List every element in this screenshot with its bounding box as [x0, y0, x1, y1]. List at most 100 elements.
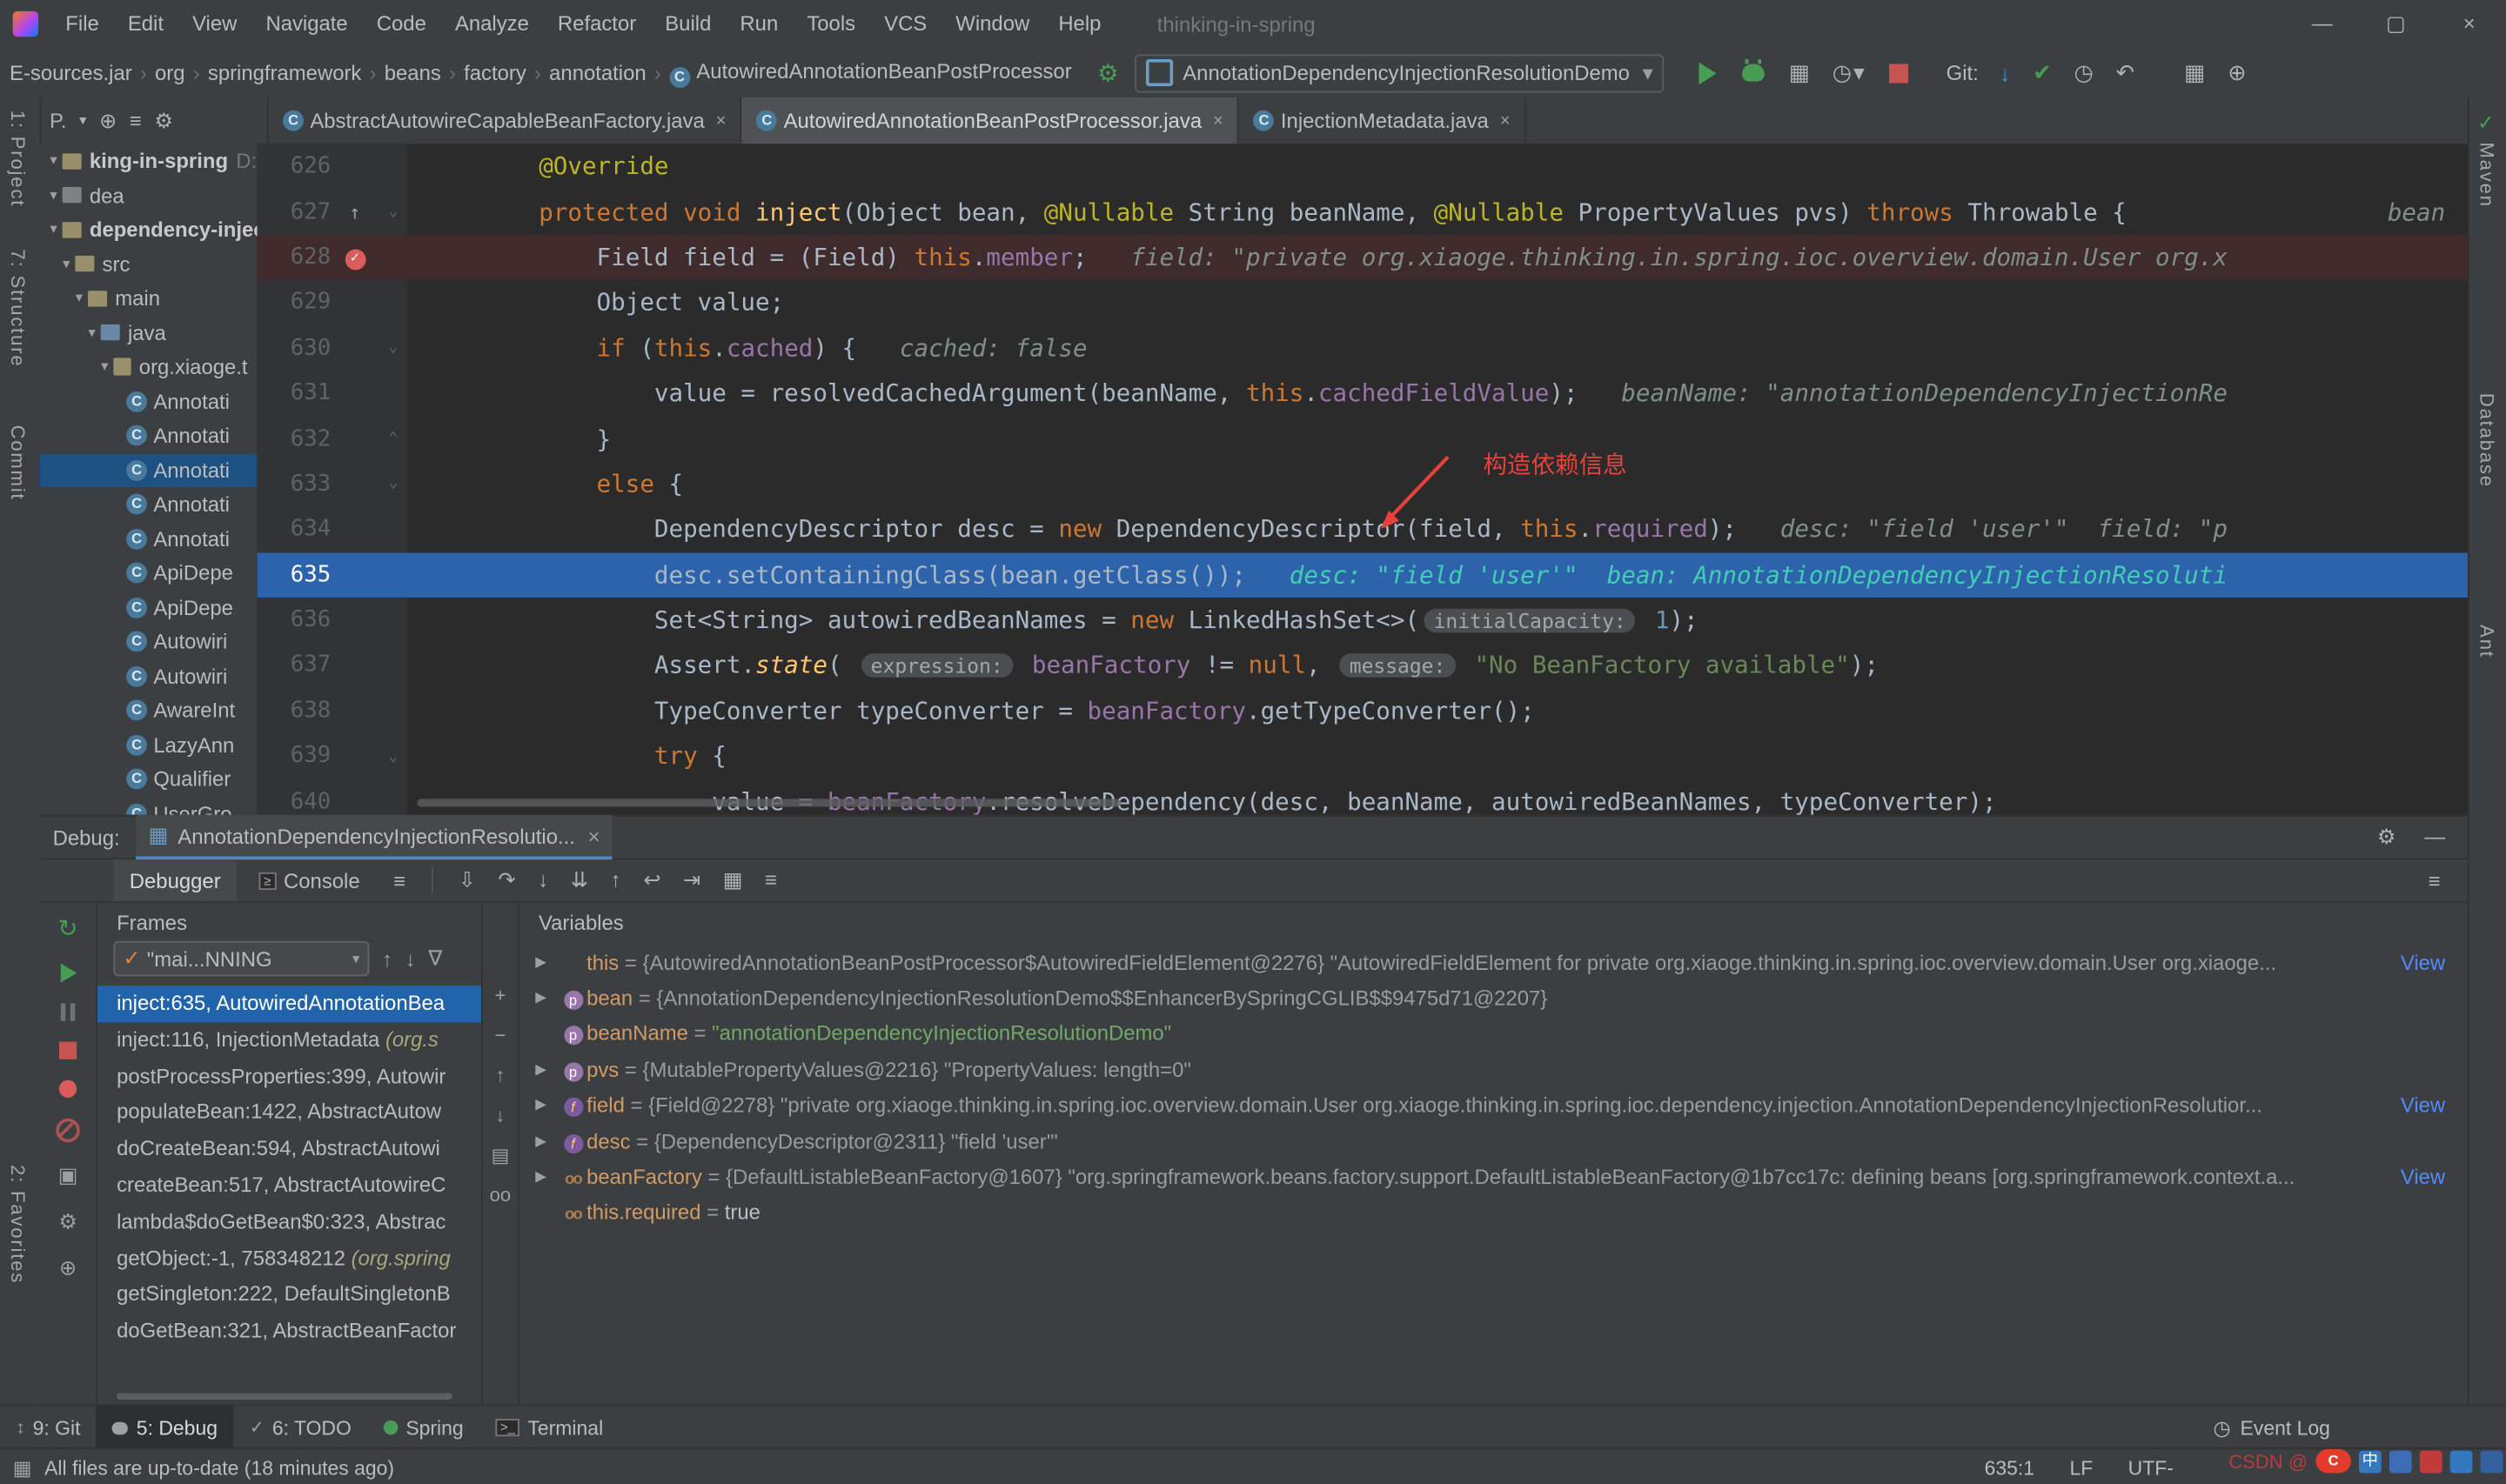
editor-gutter[interactable]: 634: [258, 506, 408, 551]
editor-gutter[interactable]: 639⌄: [258, 733, 408, 779]
variable-expand-icon[interactable]: ▶: [535, 989, 559, 1006]
drop-frame-icon[interactable]: ↩: [632, 867, 672, 892]
tree-expand-icon[interactable]: ▾: [44, 152, 62, 170]
variable-expand-icon[interactable]: ▶: [535, 1096, 559, 1113]
code-line[interactable]: 629 Object value;: [258, 280, 2468, 325]
editor-gutter[interactable]: 640: [258, 779, 408, 814]
git-commit-icon[interactable]: ✔: [2033, 59, 2052, 86]
menu-item-navigate[interactable]: Navigate: [251, 0, 362, 48]
view-link[interactable]: View: [2391, 1165, 2468, 1189]
gear-icon[interactable]: ⚙: [155, 108, 173, 133]
maximize-button[interactable]: ▢: [2359, 0, 2432, 48]
trace-settings-icon[interactable]: ≡: [754, 867, 788, 892]
frame-item[interactable]: createBean:517, AbstractAutowireC: [97, 1168, 481, 1205]
camera-icon[interactable]: ▣: [58, 1163, 78, 1188]
rerun-icon[interactable]: ↻: [57, 914, 77, 943]
code-line[interactable]: 639⌄ try {: [258, 733, 2468, 779]
tool-button-6-todo[interactable]: ✓6: TODO: [233, 1406, 367, 1449]
code-line[interactable]: 628✓ Field field = (Field) this.member; …: [258, 235, 2468, 280]
code-line[interactable]: 632⌃ }: [258, 416, 2468, 461]
editor-gutter[interactable]: 632⌃: [258, 416, 408, 461]
view-link[interactable]: View: [2391, 950, 2468, 974]
frame-down-icon[interactable]: ↓: [405, 946, 416, 971]
tree-item[interactable]: CAutowiri: [40, 659, 258, 693]
editor-tab[interactable]: CAutowiredAnnotationBeanPostProcessor.ja…: [742, 97, 1239, 144]
tree-item[interactable]: CUserGro: [40, 797, 258, 815]
fold-icon[interactable]: ⌄: [379, 339, 407, 357]
gutter-icon-slot[interactable]: ↑: [331, 201, 379, 224]
tool-window-button-commit[interactable]: Commit: [6, 425, 29, 501]
tool-window-button-1-project[interactable]: 1: Project: [6, 110, 29, 207]
tree-item[interactable]: ▾king-in-springD:\wor: [40, 144, 258, 177]
view-link[interactable]: View: [2391, 1093, 2468, 1118]
breadcrumb-item[interactable]: CAutowiredAnnotationBeanPostProcessor: [666, 58, 1075, 87]
event-log-button[interactable]: ◷ Event Log: [2213, 1415, 2506, 1440]
search-everywhere-icon[interactable]: ⊕: [2228, 59, 2247, 86]
remove-watch-icon[interactable]: −: [494, 1024, 506, 1046]
tree-item[interactable]: CAutowiri: [40, 625, 258, 658]
code-line[interactable]: 631 value = resolvedCachedArgument(beanN…: [258, 371, 2468, 416]
variable-expand-icon[interactable]: ▶: [535, 1133, 559, 1150]
gear-icon[interactable]: ⚙: [2377, 825, 2395, 850]
variable-row[interactable]: ▶ffield = {Field@2278} "private org.xiao…: [519, 1087, 2468, 1123]
frame-item[interactable]: doCreateBean:594, AbstractAutowi: [97, 1132, 481, 1168]
minimize-button[interactable]: —: [2286, 0, 2359, 48]
mute-breakpoints-icon[interactable]: [56, 1119, 80, 1143]
menu-item-tools[interactable]: Tools: [793, 0, 870, 48]
tree-expand-icon[interactable]: ▾: [84, 324, 101, 341]
code-line[interactable]: 635 desc.setContainingClass(bean.getClas…: [258, 552, 2468, 598]
code-text[interactable]: try {: [407, 733, 2468, 779]
coverage-button[interactable]: ▦: [1789, 59, 1810, 86]
tree-expand-icon[interactable]: ▾: [96, 358, 113, 376]
fold-icon[interactable]: ⌄: [379, 747, 407, 765]
menu-item-code[interactable]: Code: [362, 0, 440, 48]
variable-row[interactable]: ▶fdesc = {DependencyDescriptor@2311} "fi…: [519, 1123, 2468, 1159]
tree-item[interactable]: CQualifier: [40, 762, 258, 796]
editor-gutter[interactable]: 626: [258, 144, 408, 189]
menu-item-help[interactable]: Help: [1044, 0, 1116, 48]
breadcrumb-item[interactable]: org: [151, 61, 188, 85]
code-line[interactable]: 630⌄ if (this.cached) { cached: false: [258, 325, 2468, 371]
menu-item-build[interactable]: Build: [651, 0, 726, 48]
run-config-selector[interactable]: AnnotationDependencyInjectionResolutionD…: [1135, 54, 1664, 92]
override-marker-icon[interactable]: ↑: [349, 201, 360, 224]
code-line[interactable]: 637 Assert.state( expression: beanFactor…: [258, 643, 2468, 688]
menu-item-edit[interactable]: Edit: [113, 0, 178, 48]
frame-item[interactable]: inject:635, AutowiredAnnotationBea: [97, 986, 481, 1022]
git-history-icon[interactable]: ◷: [2074, 59, 2094, 86]
gear-icon[interactable]: ⚙: [58, 1209, 77, 1234]
editor-gutter[interactable]: 635: [258, 552, 408, 598]
tree-item[interactable]: CApiDepe: [40, 591, 258, 625]
add-watch-icon[interactable]: +: [494, 984, 506, 1006]
run-to-cursor-icon[interactable]: ⇥: [672, 867, 712, 892]
tree-item[interactable]: CApiDepe: [40, 556, 258, 590]
close-tab-icon[interactable]: ×: [716, 111, 727, 130]
code-line[interactable]: 633⌄ else {: [258, 461, 2468, 506]
tool-button-9-git[interactable]: ↕9: Git: [0, 1406, 97, 1449]
background-tasks-icon[interactable]: ▦: [13, 1455, 32, 1480]
project-selector[interactable]: P.: [50, 109, 66, 133]
code-text[interactable]: value = resolvedCachedArgument(beanName,…: [407, 371, 2468, 416]
close-tab-icon[interactable]: ×: [1500, 111, 1511, 130]
menu-item-run[interactable]: Run: [726, 0, 793, 48]
editor-gutter[interactable]: 633⌄: [258, 461, 408, 506]
layout-settings-icon[interactable]: ≡: [2417, 868, 2452, 892]
frame-item[interactable]: lambda$doGetBean$0:323, Abstrac: [97, 1204, 481, 1240]
tree-expand-icon[interactable]: ▾: [57, 255, 75, 272]
code-text[interactable]: protected void inject(Object bean, @Null…: [407, 189, 2468, 234]
menu-item-window[interactable]: Window: [941, 0, 1044, 48]
breakpoint-icon[interactable]: ✓: [345, 249, 365, 270]
pin-icon[interactable]: ⊕: [59, 1256, 77, 1281]
layout-icon[interactable]: ▦: [2184, 59, 2205, 86]
menu-item-refactor[interactable]: Refactor: [543, 0, 650, 48]
menu-item-vcs[interactable]: VCS: [870, 0, 941, 48]
code-text[interactable]: value = beanFactory.resolveDependency(de…: [407, 779, 2468, 814]
editor-gutter[interactable]: 629: [258, 280, 408, 325]
editor-gutter[interactable]: 630⌄: [258, 325, 408, 371]
debug-session-tab[interactable]: ▦ AnnotationDependencyInjectionResolutio…: [136, 815, 613, 859]
code-text[interactable]: TypeConverter typeConverter = beanFactor…: [407, 688, 2468, 733]
force-step-into-icon[interactable]: ⇊: [559, 867, 600, 892]
editor-gutter[interactable]: 636: [258, 598, 408, 643]
chevron-down-icon[interactable]: ▾: [79, 112, 86, 130]
frame-item[interactable]: getObject:-1, 758348212 (org.spring: [97, 1240, 481, 1277]
